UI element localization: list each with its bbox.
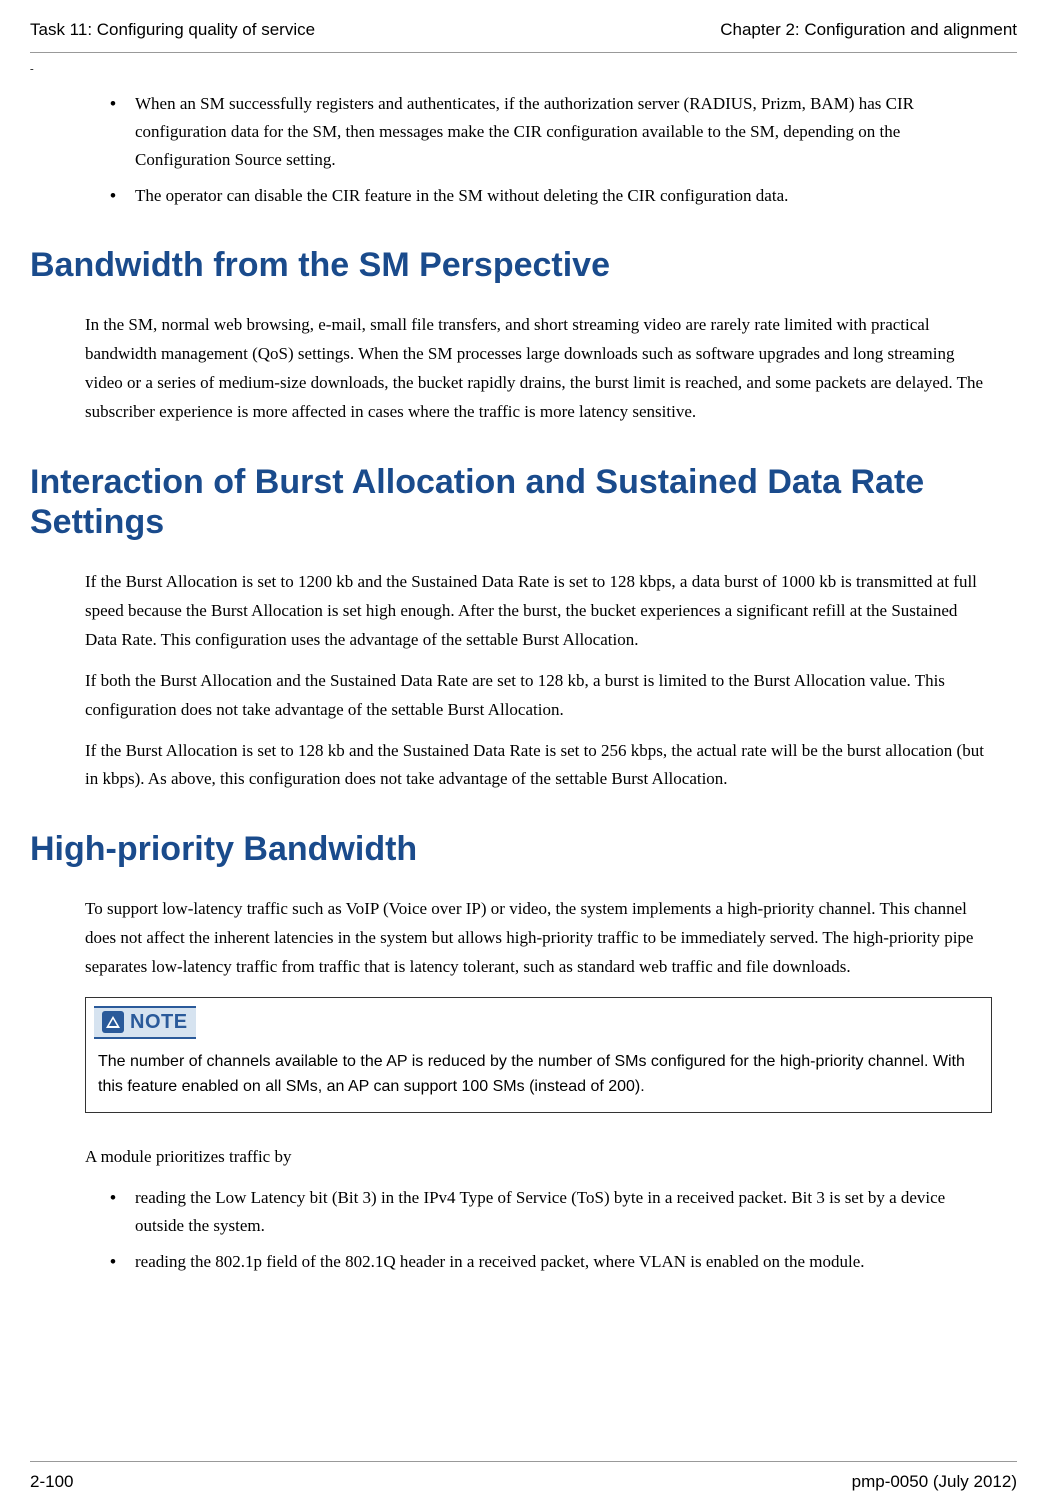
note-icon bbox=[102, 1011, 124, 1033]
bullet-list-1: When an SM successfully registers and au… bbox=[85, 90, 992, 210]
bullet-list-2: reading the Low Latency bit (Bit 3) in t… bbox=[85, 1184, 992, 1276]
dash-marker: - bbox=[30, 63, 1017, 75]
body-paragraph: A module prioritizes traffic by bbox=[85, 1143, 992, 1172]
body-paragraph: To support low-latency traffic such as V… bbox=[85, 895, 992, 982]
note-label: NOTE bbox=[130, 1011, 188, 1034]
section-heading-high-priority: High-priority Bandwidth bbox=[30, 829, 992, 870]
section-heading-interaction: Interaction of Burst Allocation and Sust… bbox=[30, 462, 992, 544]
section-heading-bandwidth: Bandwidth from the SM Perspective bbox=[30, 245, 992, 286]
page-content: When an SM successfully registers and au… bbox=[30, 90, 1017, 1276]
list-item: The operator can disable the CIR feature… bbox=[110, 182, 992, 210]
list-item: When an SM successfully registers and au… bbox=[110, 90, 992, 174]
note-callout: NOTE The number of channels available to… bbox=[85, 997, 992, 1113]
footer-page-number: 2-100 bbox=[30, 1472, 73, 1492]
body-paragraph: If the Burst Allocation is set to 128 kb… bbox=[85, 737, 992, 795]
list-item: reading the 802.1p field of the 802.1Q h… bbox=[110, 1248, 992, 1276]
note-header: NOTE bbox=[94, 1006, 196, 1039]
header-left: Task 11: Configuring quality of service bbox=[30, 20, 315, 40]
body-paragraph: In the SM, normal web browsing, e-mail, … bbox=[85, 311, 992, 427]
body-paragraph: If the Burst Allocation is set to 1200 k… bbox=[85, 568, 992, 655]
page-header: Task 11: Configuring quality of service … bbox=[30, 20, 1017, 53]
list-item: reading the Low Latency bit (Bit 3) in t… bbox=[110, 1184, 992, 1240]
note-text: The number of channels available to the … bbox=[86, 1045, 991, 1112]
page-footer: 2-100 pmp-0050 (July 2012) bbox=[30, 1461, 1017, 1492]
footer-doc-id: pmp-0050 (July 2012) bbox=[852, 1472, 1017, 1492]
header-right: Chapter 2: Configuration and alignment bbox=[720, 20, 1017, 40]
body-paragraph: If both the Burst Allocation and the Sus… bbox=[85, 667, 992, 725]
